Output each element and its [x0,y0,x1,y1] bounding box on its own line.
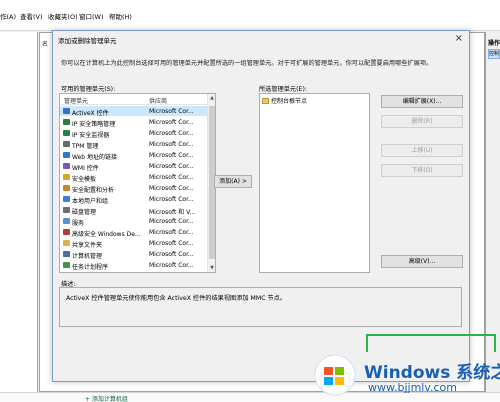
col-snapin-header[interactable]: 管理单元 [64,96,88,105]
windows-logo-icon [314,354,356,396]
menu-favorites[interactable]: 收藏夹(O) [48,11,78,21]
available-snapins-list[interactable]: 管理单元 供应商 ActiveX 控件 Microsoft Cor... IP 安全… [59,93,216,273]
snapin-row[interactable]: 计算机管理 Microsoft Cor... [60,249,208,260]
menu-action[interactable]: 作(A) [0,11,16,21]
users-icon [63,196,70,202]
watermark-title: Windows 系统之家 [364,363,500,383]
snapin-vendor: Microsoft 和 V... [149,208,196,216]
menu-help[interactable]: 帮助(H) [109,11,132,21]
snapin-row[interactable]: WMI 控件 Microsoft Cor... [60,161,208,172]
description-text: ActiveX 控件管理单元使你能用包含 ActiveX 控件的结果视图添加 M… [66,295,287,302]
move-up-button[interactable]: 上移(U) [381,144,463,157]
menu-window[interactable]: 窗口(W) [79,11,104,21]
security-config-icon [63,185,70,191]
selected-snapin-label: 控制台根节点 [271,98,308,105]
snapin-row[interactable]: 安全配置和分析 Microsoft Cor... [60,183,208,194]
computer-mgmt-icon [63,251,70,257]
snapin-vendor: Microsoft Cor... [149,239,194,247]
watermark-url: www.bjjmlv.com [368,381,457,394]
snapin-vendor: Microsoft Cor... [149,195,194,203]
snapin-name: 磁盘管理 [72,208,97,216]
ip-monitor-icon [63,130,70,136]
selected-snapins-list[interactable]: 控制台根节点 [259,93,370,273]
dialog-description: 你可以在计算机上为此控制台选择可用的管理单元并配置所选的一组管理单元。对于可扩展… [61,60,433,67]
snapin-vendor: Microsoft Cor... [149,151,194,159]
available-snapins-label: 可用的管理单元(S): [61,86,116,93]
snapin-name: 计算机管理 [72,252,103,260]
snapin-name: 服务 [72,219,85,227]
bottom-link[interactable]: + 添加计算机组 [85,394,128,402]
snapin-vendor: Microsoft Cor... [149,173,194,181]
selected-snapin-item[interactable]: 控制台根节点 [262,96,307,105]
snapin-row[interactable]: 磁盘管理 Microsoft 和 V... [60,205,208,216]
task-scheduler-icon [63,262,70,268]
snapin-row[interactable]: Web 地址的链接 Microsoft Cor... [60,150,208,161]
snapin-row[interactable]: IP 安全监视器 Microsoft Cor... [60,128,208,139]
snapin-vendor: Microsoft Cor... [149,140,194,148]
services-icon [63,218,70,224]
advanced-button[interactable]: 高级(V)... [381,255,463,268]
edit-extensions-button[interactable]: 编辑扩展(X)... [381,95,463,108]
results-column-header[interactable]: 名 [42,39,48,48]
web-link-icon [63,152,70,158]
menu-bar: 作(A) 查看(V) 收藏夹(O) 窗口(W) 帮助(H) [0,0,500,31]
snapin-row[interactable]: 安全模板 Microsoft Cor... [60,172,208,183]
snapin-name: IP 安全监视器 [72,131,110,139]
snapin-row[interactable]: 共享文件夹 Microsoft Cor... [60,238,208,249]
actions-item[interactable]: 控制 [488,49,500,59]
snapin-row[interactable]: TPM 管理 Microsoft Cor... [60,139,208,150]
wmi-icon [63,163,70,169]
snapin-vendor: Microsoft Cor... [149,261,194,269]
dialog-title: 添加或删除管理单元 [58,37,117,45]
snapin-vendor: Microsoft Cor... [149,217,194,225]
snapin-row[interactable]: 服务 Microsoft Cor... [60,216,208,227]
snapin-name: 安全模板 [72,175,97,183]
snapin-name: 本地用户和组 [72,197,109,205]
scroll-up-icon[interactable]: ▲ [208,95,215,101]
shared-folder-icon [63,240,70,246]
snapin-vendor: Microsoft Cor... [149,129,194,137]
console-tree-pane[interactable] [0,32,38,392]
firewall-icon [63,229,70,235]
snapin-name: 任务计划程序 [72,263,109,271]
folder-icon [262,98,269,104]
remove-button[interactable]: 删除(R) [381,115,463,128]
scroll-down-icon[interactable]: ▼ [208,265,215,271]
snapin-vendor: Microsoft Cor... [149,250,194,258]
watermark: Windows 系统之家 www.bjjmlv.com [300,350,500,402]
snapin-vendor: Microsoft Cor... [149,162,194,170]
activex-icon [63,108,70,114]
snapin-name: WMI 控件 [72,164,99,172]
close-icon[interactable]: × [455,33,463,44]
list-header: 管理单元 供应商 [60,94,215,105]
disk-icon [63,207,70,213]
snapin-row[interactable]: 任务计划程序 Microsoft Cor... [60,260,208,271]
snapin-name: TPM 管理 [72,142,99,150]
snapin-vendor: Microsoft Cor... [149,118,194,126]
snapin-name: 共享文件夹 [72,241,103,249]
snapin-name: IP 安全策略管理 [72,120,116,128]
snapin-row[interactable]: ActiveX 控件 Microsoft Cor... [60,106,208,117]
tpm-icon [63,141,70,147]
snapin-row[interactable]: 高级安全 Windows De... Microsoft Cor... [60,227,208,238]
snapin-name: ActiveX 控件 [72,109,109,117]
col-vendor-header[interactable]: 供应商 [149,96,167,105]
move-down-button[interactable]: 下移(D) [381,164,463,177]
menu-view[interactable]: 查看(V) [20,11,43,21]
add-button[interactable]: 添加(A) > [214,175,252,188]
ip-policy-icon [63,119,70,125]
add-remove-snapins-dialog: 添加或删除管理单元 × 你可以在计算机上为此控制台选择可用的管理单元并配置所选的… [52,30,470,382]
actions-header: 操作 [488,40,500,47]
snapin-name: 安全配置和分析 [72,186,115,194]
selected-snapins-label: 所选管理单元(E): [259,86,307,93]
snapin-name: Web 地址的链接 [72,153,117,161]
description-box: ActiveX 控件管理单元使你能用包含 ActiveX 控件的结果视图添加 M… [59,287,462,327]
security-template-icon [63,174,70,180]
snapin-row[interactable]: IP 安全策略管理 Microsoft Cor... [60,117,208,128]
snapin-row[interactable]: 本地用户和组 Microsoft Cor... [60,194,208,205]
snapin-vendor: Microsoft Cor... [149,228,194,236]
snapin-name: 高级安全 Windows De... [72,230,141,238]
snapin-vendor: Microsoft Cor... [149,184,194,192]
snapin-vendor: Microsoft Cor... [149,107,194,115]
